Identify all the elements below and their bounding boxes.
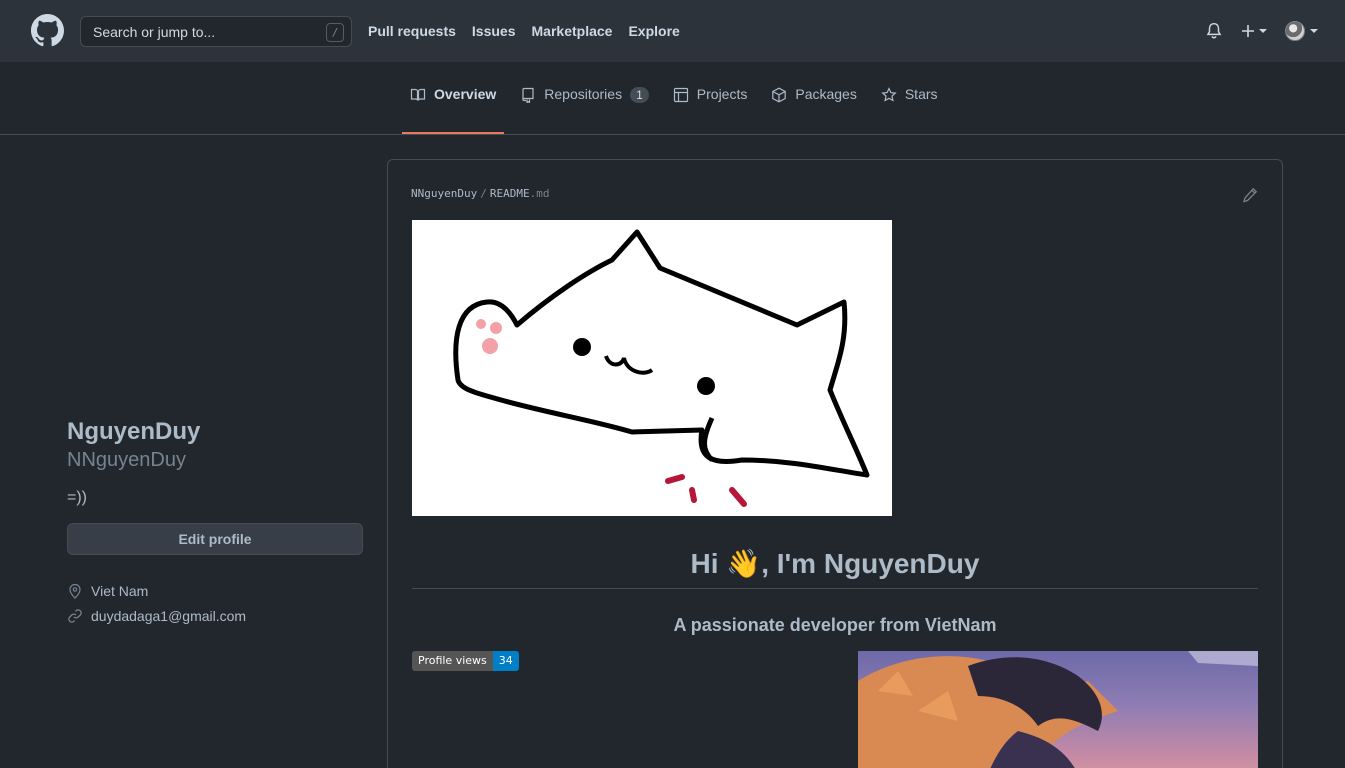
badge-value: 34 xyxy=(492,651,519,671)
email-link[interactable]: duydadaga1@gmail.com xyxy=(91,608,246,624)
bongo-cat-image xyxy=(412,220,892,516)
profile-views-badge: Profile views 34 xyxy=(412,651,519,671)
tab-repositories[interactable]: Repositories 1 xyxy=(512,86,657,134)
nav-pull-requests[interactable]: Pull requests xyxy=(368,23,456,39)
top-header: Search or jump to... / Pull requests Iss… xyxy=(0,0,1345,62)
tab-stars[interactable]: Stars xyxy=(873,86,946,134)
profile-location: Viet Nam xyxy=(67,578,363,603)
github-logo-icon[interactable] xyxy=(31,14,64,47)
chevron-down-icon xyxy=(1259,29,1267,33)
location-icon xyxy=(69,583,81,599)
profile-name: NguyenDuy xyxy=(67,418,201,445)
readme-card: NNguyenDuy / README.md Hi 👋, I'm NguyenDuy… xyxy=(387,159,1283,768)
star-icon xyxy=(881,87,897,102)
nav-marketplace[interactable]: Marketplace xyxy=(532,23,613,39)
user-menu-button[interactable] xyxy=(1285,21,1318,41)
plus-icon xyxy=(1242,25,1254,37)
create-new-button[interactable] xyxy=(1241,24,1267,38)
readme-tagline: A passionate developer from VietNam xyxy=(673,615,997,635)
location-text: Viet Nam xyxy=(91,582,149,599)
edit-profile-button[interactable]: Edit profile xyxy=(67,523,363,555)
heading-divider xyxy=(412,588,1258,589)
header-actions xyxy=(1205,0,1318,62)
repo-count-badge: 1 xyxy=(630,87,649,103)
search-placeholder: Search or jump to... xyxy=(93,23,216,40)
breadcrumb-separator: / xyxy=(480,187,487,200)
global-nav: Pull requests Issues Marketplace Explore xyxy=(368,0,680,62)
bell-icon[interactable] xyxy=(1205,22,1223,40)
search-shortcut-key: / xyxy=(326,23,344,42)
tab-label: Projects xyxy=(696,86,748,102)
nav-explore[interactable]: Explore xyxy=(628,23,679,39)
tab-projects[interactable]: Projects xyxy=(665,86,756,134)
search-input[interactable]: Search or jump to... / xyxy=(80,16,352,47)
readme-owner-link[interactable]: NNguyenDuy xyxy=(411,187,477,200)
table-icon xyxy=(673,87,688,103)
readme-file-name[interactable]: README xyxy=(490,187,530,200)
link-icon xyxy=(68,608,82,623)
profile-bio: =)) xyxy=(67,489,87,506)
profile-sidebar: NguyenDuy NNguyenDuy =)) Edit profile Vi… xyxy=(67,418,363,628)
profile-details: Viet Nam duydadaga1@gmail.com xyxy=(67,578,363,628)
avatar xyxy=(1285,21,1305,41)
tab-label: Repositories xyxy=(544,86,623,102)
readme-heading: Hi 👋, I'm NguyenDuy xyxy=(690,548,980,579)
tab-packages[interactable]: Packages xyxy=(763,86,864,134)
anime-illustration-image xyxy=(858,651,1258,768)
book-icon xyxy=(410,88,426,101)
profile-username: NNguyenDuy xyxy=(67,449,186,471)
tab-overview[interactable]: Overview xyxy=(402,86,505,134)
tab-label: Stars xyxy=(904,86,938,102)
badge-label: Profile views xyxy=(412,651,493,671)
pencil-icon[interactable] xyxy=(1242,187,1258,203)
chevron-down-icon xyxy=(1310,29,1318,33)
repo-icon xyxy=(522,87,534,103)
readme-breadcrumb: NNguyenDuy / README.md xyxy=(411,187,549,200)
profile-email[interactable]: duydadaga1@gmail.com xyxy=(67,603,363,628)
package-icon xyxy=(772,87,787,103)
nav-issues[interactable]: Issues xyxy=(472,23,516,39)
tab-label: Packages xyxy=(795,86,857,102)
tab-label: Overview xyxy=(434,86,497,102)
readme-file-ext: .md xyxy=(529,187,550,200)
profile-tabs: Overview Repositories 1 Projects Package… xyxy=(402,86,954,135)
anime-illustration-art xyxy=(858,651,1258,768)
